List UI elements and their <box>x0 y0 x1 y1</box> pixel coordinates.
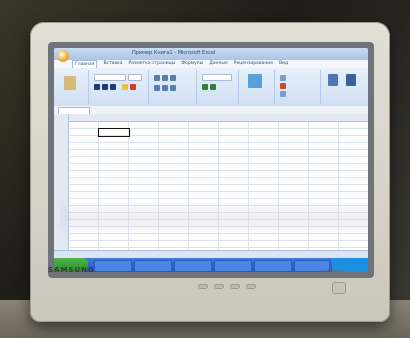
taskbar-item-5[interactable] <box>254 260 292 272</box>
format-cells-icon[interactable] <box>280 91 286 97</box>
screen-bezel: Пример Книга1 - Microsoft Excel Главная … <box>48 42 374 278</box>
screen-glare <box>60 198 368 238</box>
window-title: Пример Книга1 - Microsoft Excel <box>132 50 216 56</box>
font-group <box>90 70 149 104</box>
ribbon <box>54 68 368 107</box>
styles-group <box>240 70 275 104</box>
office-button-icon[interactable] <box>57 50 69 62</box>
excel-titlebar: Пример Книга1 - Microsoft Excel <box>54 48 368 60</box>
monitor-up-button[interactable] <box>230 284 240 289</box>
clipboard-group <box>56 70 89 104</box>
monitor-model: SyncMaster <box>320 268 344 273</box>
sum-icon[interactable] <box>328 74 338 86</box>
align-left-icon[interactable] <box>154 85 160 91</box>
underline-icon[interactable] <box>110 84 116 90</box>
tab-home[interactable]: Главная <box>72 60 98 68</box>
find-icon[interactable] <box>346 74 356 86</box>
monitor-menu-button[interactable] <box>198 284 208 289</box>
number-group <box>198 70 239 104</box>
bold-icon[interactable] <box>94 84 100 90</box>
align-middle-icon[interactable] <box>162 75 168 81</box>
font-name-select[interactable] <box>94 74 126 81</box>
taskbar-item-4[interactable] <box>214 260 252 272</box>
tab-view[interactable]: Вид <box>279 60 288 68</box>
currency-icon[interactable] <box>202 84 208 90</box>
font-size-select[interactable] <box>128 74 142 81</box>
tab-page-layout[interactable]: Разметка страницы <box>129 60 176 68</box>
conditional-format-icon[interactable] <box>248 74 262 88</box>
paste-icon[interactable] <box>64 76 76 90</box>
alignment-group <box>150 70 197 104</box>
tab-review[interactable]: Рецензирование <box>234 60 273 68</box>
align-center-icon[interactable] <box>162 85 168 91</box>
ribbon-tabs: Главная Вставка Разметка страницы Формул… <box>72 60 288 68</box>
number-format-select[interactable] <box>202 74 232 81</box>
font-color-icon[interactable] <box>130 84 136 90</box>
align-top-icon[interactable] <box>154 75 160 81</box>
fill-color-icon[interactable] <box>122 84 128 90</box>
editing-group <box>322 70 366 104</box>
monitor-screen: Пример Книга1 - Microsoft Excel Главная … <box>54 48 368 272</box>
taskbar-item-2[interactable] <box>134 260 172 272</box>
cells-group <box>276 70 321 104</box>
monitor-control-buttons <box>198 284 256 289</box>
tab-insert[interactable]: Вставка <box>103 60 122 68</box>
crt-monitor: Пример Книга1 - Microsoft Excel Главная … <box>30 22 390 322</box>
delete-cells-icon[interactable] <box>280 83 286 89</box>
power-button[interactable] <box>332 282 346 294</box>
percent-icon[interactable] <box>210 84 216 90</box>
monitor-down-button[interactable] <box>214 284 224 289</box>
active-cell[interactable] <box>98 128 130 137</box>
monitor-brand: SAMSUNG <box>48 266 95 274</box>
align-bottom-icon[interactable] <box>170 75 176 81</box>
monitor-select-button[interactable] <box>246 284 256 289</box>
taskbar-item-3[interactable] <box>174 260 212 272</box>
tab-formulas[interactable]: Формулы <box>181 60 203 68</box>
align-right-icon[interactable] <box>170 85 176 91</box>
insert-cells-icon[interactable] <box>280 75 286 81</box>
italic-icon[interactable] <box>102 84 108 90</box>
tab-data[interactable]: Данные <box>209 60 227 68</box>
column-headers[interactable] <box>54 114 368 122</box>
